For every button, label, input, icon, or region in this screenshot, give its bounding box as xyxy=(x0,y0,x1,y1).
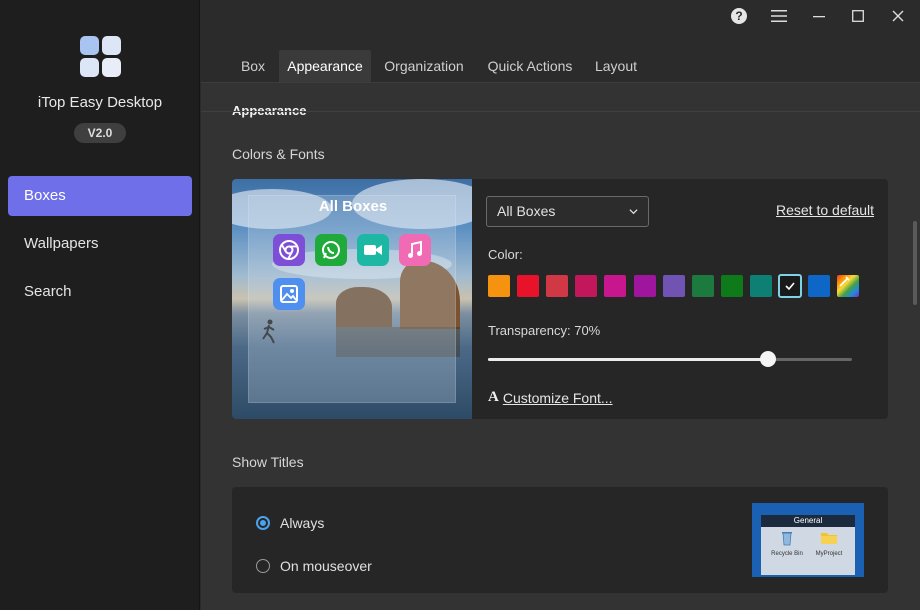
customize-font-row[interactable]: A Customize Font... xyxy=(488,389,613,406)
maximize-button[interactable] xyxy=(843,2,873,30)
box-preview-image: All Boxes xyxy=(232,179,472,419)
transparency-slider[interactable] xyxy=(488,351,852,367)
minimize-icon xyxy=(813,16,825,18)
hamburger-icon xyxy=(771,10,787,22)
tab-bar: Box Appearance Organization Quick Action… xyxy=(201,50,920,82)
radio-always[interactable]: Always xyxy=(256,515,324,531)
app-name: iTop Easy Desktop xyxy=(37,94,163,111)
transparency-label: Transparency: 70% xyxy=(488,323,601,338)
video-call-icon xyxy=(357,234,389,266)
check-icon xyxy=(785,282,795,291)
maximize-icon xyxy=(852,10,864,22)
divider xyxy=(201,111,920,112)
vertical-scrollbar[interactable] xyxy=(913,221,917,305)
slider-thumb[interactable] xyxy=(760,351,776,367)
preview-box-title: All Boxes xyxy=(318,198,388,215)
tab-appearance[interactable]: Appearance xyxy=(279,50,371,82)
tab-layout[interactable]: Layout xyxy=(587,50,645,82)
color-swatch[interactable] xyxy=(778,274,802,298)
box-selector-dropdown[interactable]: All Boxes xyxy=(486,196,649,227)
colors-fonts-label: Colors & Fonts xyxy=(232,146,325,162)
color-swatch[interactable] xyxy=(720,275,743,297)
colors-fonts-card: All Boxes All Boxes Reset to default Col… xyxy=(232,179,888,419)
mini-item-label: Recycle Bin xyxy=(771,551,803,557)
mini-item-myproject: MyProject xyxy=(809,530,849,557)
help-button[interactable]: ? xyxy=(724,2,754,30)
show-titles-card: Always On mouseover General Recycle Bin … xyxy=(232,487,888,593)
show-titles-label: Show Titles xyxy=(232,454,304,470)
tab-organization[interactable]: Organization xyxy=(377,50,471,82)
color-swatch[interactable] xyxy=(488,275,510,297)
close-button[interactable] xyxy=(883,2,913,30)
minimize-button[interactable] xyxy=(804,2,834,30)
color-swatch[interactable] xyxy=(546,275,569,297)
sidebar-item-search[interactable]: Search xyxy=(8,272,192,312)
tab-box[interactable]: Box xyxy=(231,50,275,82)
mini-item-recycle-bin: Recycle Bin xyxy=(767,530,807,557)
music-icon xyxy=(399,234,431,266)
radio-always-indicator[interactable] xyxy=(256,516,270,530)
font-icon: A xyxy=(488,389,499,405)
box-preview-overlay: All Boxes xyxy=(248,195,456,403)
sidebar: iTop Easy Desktop V2.0 Boxes Wallpapers … xyxy=(0,0,200,610)
color-label: Color: xyxy=(488,247,523,262)
color-swatch[interactable] xyxy=(604,275,627,297)
slider-fill xyxy=(488,358,768,361)
sidebar-item-wallpapers[interactable]: Wallpapers xyxy=(8,224,192,264)
tab-quick-actions[interactable]: Quick Actions xyxy=(481,50,579,82)
reset-default-link[interactable]: Reset to default xyxy=(776,202,874,218)
mini-box: General Recycle Bin MyProject xyxy=(761,515,855,575)
recycle-bin-icon xyxy=(782,532,792,546)
app-logo-icon xyxy=(80,36,122,78)
chevron-down-icon xyxy=(629,209,638,215)
whatsapp-icon xyxy=(315,234,347,266)
custom-color-picker-icon[interactable] xyxy=(837,275,860,297)
radio-always-label: Always xyxy=(280,515,325,531)
color-swatch[interactable] xyxy=(691,275,714,297)
box-selector-value: All Boxes xyxy=(497,203,556,219)
help-icon: ? xyxy=(731,8,747,24)
color-swatch[interactable] xyxy=(808,275,831,297)
folder-icon xyxy=(821,533,837,544)
color-swatch[interactable] xyxy=(575,275,598,297)
customize-font-link[interactable]: Customize Font... xyxy=(503,390,613,406)
sidebar-item-boxes[interactable]: Boxes xyxy=(8,176,192,216)
photos-icon xyxy=(273,278,305,310)
color-swatch[interactable] xyxy=(662,275,685,297)
mini-box-title: General xyxy=(761,515,855,527)
title-preview-image: General Recycle Bin MyProject xyxy=(752,503,864,577)
close-icon xyxy=(892,10,904,22)
radio-on-mouseover[interactable]: On mouseover xyxy=(256,558,372,574)
color-swatch[interactable] xyxy=(517,275,540,297)
chrome-icon xyxy=(273,234,305,266)
color-swatch[interactable] xyxy=(749,275,772,297)
radio-on-mouseover-label: On mouseover xyxy=(280,558,372,574)
content-panel: Appearance Colors & Fonts All Boxes All … xyxy=(201,82,920,610)
menu-button[interactable] xyxy=(764,2,794,30)
radio-on-mouseover-indicator[interactable] xyxy=(256,559,270,573)
color-swatch[interactable] xyxy=(633,275,656,297)
mini-item-label: MyProject xyxy=(815,551,843,557)
version-badge: V2.0 xyxy=(74,123,126,143)
